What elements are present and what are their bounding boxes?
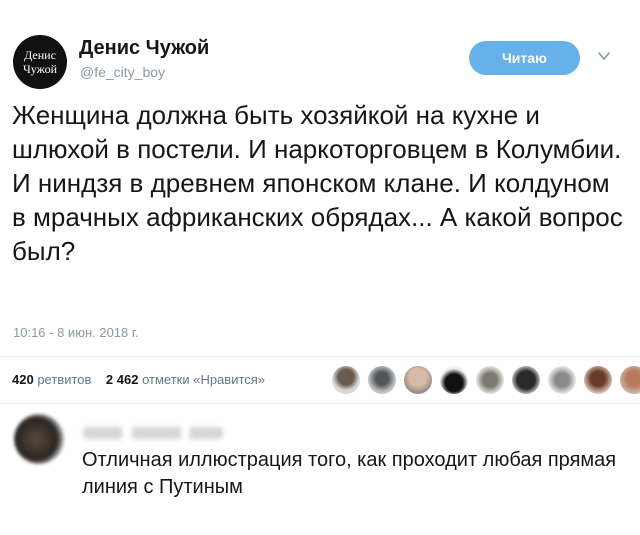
avatar-text-line2: Чужой [22, 62, 58, 76]
liker-avatar[interactable] [474, 364, 506, 396]
avatar-text-line1: Денис [24, 48, 56, 62]
liker-avatar[interactable] [402, 364, 434, 396]
retweets-label[interactable]: ретвитов [37, 372, 91, 387]
liker-avatar[interactable] [330, 364, 362, 396]
retweets-count[interactable]: 420 [12, 372, 34, 387]
author-handle[interactable]: @fe_city_boy [80, 64, 165, 80]
tweet-stats: 420 ретвитов 2 462 отметки «Нравится» [12, 372, 265, 387]
author-name[interactable]: Денис Чужой [79, 37, 209, 60]
tweet-timestamp[interactable]: 10:16 - 8 июн. 2018 г. [13, 325, 139, 340]
tweet-text: Женщина должна быть хозяйкой на кухне и … [12, 100, 623, 266]
likes-count[interactable]: 2 462 [106, 372, 139, 387]
reply-text: Отличная иллюстрация того, как проходит … [82, 449, 617, 498]
likes-label[interactable]: отметки «Нравится» [142, 372, 265, 387]
reply-avatar[interactable] [14, 414, 64, 464]
divider [0, 356, 640, 357]
liker-avatar[interactable] [618, 364, 640, 396]
liker-avatar[interactable] [582, 364, 614, 396]
chevron-down-icon[interactable] [597, 49, 611, 63]
liker-avatar[interactable] [546, 364, 578, 396]
divider [0, 403, 640, 404]
author-avatar[interactable]: Денис Чужой [13, 35, 67, 89]
follow-button[interactable]: Читаю [469, 41, 580, 75]
liker-avatars [330, 364, 640, 396]
liker-avatar[interactable] [510, 364, 542, 396]
liker-avatar[interactable] [438, 364, 470, 396]
reply-author-name-blurred [83, 427, 223, 439]
liker-avatar[interactable] [366, 364, 398, 396]
